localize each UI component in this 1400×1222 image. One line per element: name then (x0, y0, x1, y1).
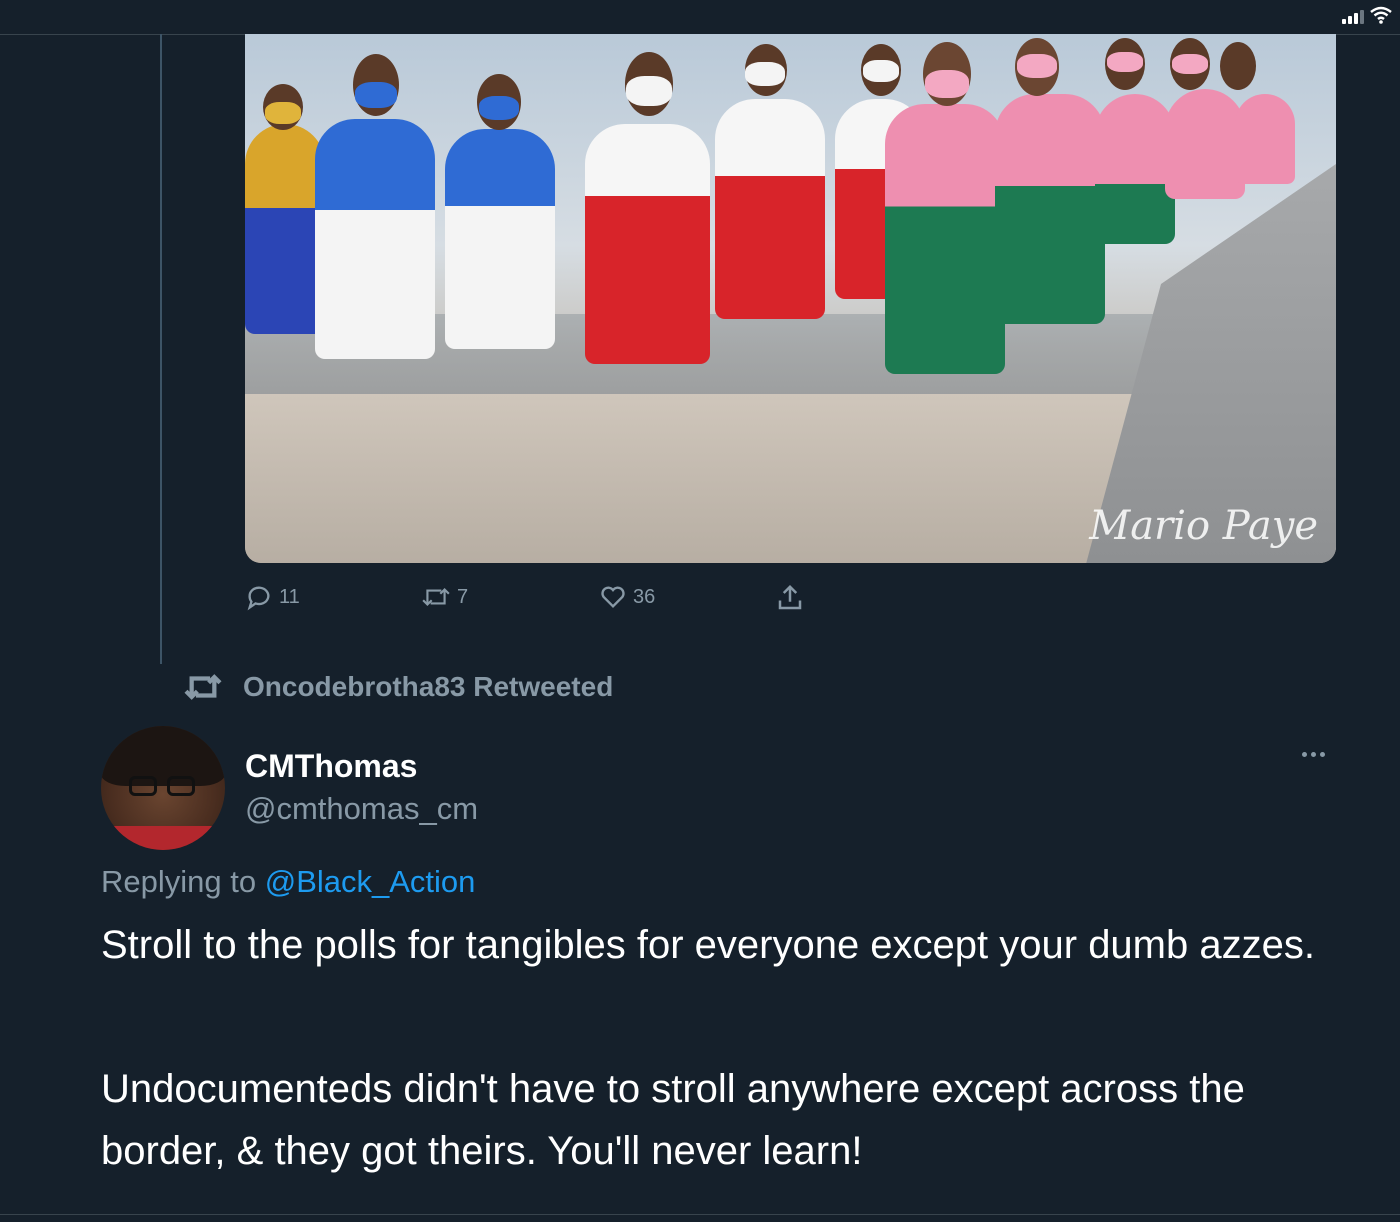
tweet-thread-page: Mario Paye 11 7 36 Oncodebrotha83 Retwee… (0, 0, 1400, 1222)
share-button[interactable] (775, 583, 805, 613)
face-mask (265, 102, 301, 124)
bottom-divider (0, 1214, 1400, 1215)
person-figure (1095, 94, 1175, 244)
thread-connector-line (160, 34, 162, 664)
retweet-count: 7 (457, 585, 469, 608)
face-mask (1107, 52, 1143, 72)
person-figure (445, 129, 555, 349)
face-mask (1017, 54, 1057, 78)
retweet-icon (184, 674, 222, 700)
person-figure (995, 94, 1105, 324)
wifi-icon (1370, 6, 1392, 24)
like-count: 36 (633, 585, 656, 608)
person-figure (885, 104, 1005, 374)
replying-to-line: Replying to @Black_Action (101, 864, 475, 900)
cellular-signal-icon (1342, 8, 1364, 24)
share-icon (778, 584, 802, 610)
person-figure (245, 124, 325, 334)
like-icon (601, 586, 625, 608)
replying-to-label: Replying to (101, 864, 265, 899)
reply-count: 11 (279, 585, 300, 608)
face-mask (626, 76, 672, 106)
tweet-text-paragraph: Stroll to the polls for tangibles for ev… (101, 923, 1315, 967)
person-figure (715, 99, 825, 319)
face-mask (863, 60, 899, 82)
face-mask (1172, 54, 1208, 74)
status-bar (0, 0, 1400, 34)
author-display-name[interactable]: CMThomas (245, 748, 417, 785)
author-handle[interactable]: @cmthomas_cm (245, 791, 478, 827)
face-mask (925, 70, 969, 98)
replying-to-link[interactable]: @Black_Action (265, 864, 476, 899)
like-button[interactable]: 36 (599, 583, 655, 611)
person-figure (585, 124, 710, 364)
tweet-media-image[interactable]: Mario Paye (245, 34, 1336, 563)
retweeted-by-header[interactable]: Oncodebrotha83 Retweeted (183, 670, 613, 704)
retweet-icon (422, 587, 450, 607)
person-figure (315, 119, 435, 359)
person-figure (1165, 89, 1245, 199)
face-mask (479, 96, 519, 120)
status-icons (1342, 6, 1392, 24)
reply-button[interactable]: 11 (245, 583, 300, 611)
avatar-glasses (129, 776, 197, 796)
retweet-button[interactable]: 7 (421, 583, 468, 611)
photographer-watermark: Mario Paye (1089, 503, 1318, 549)
face-mask (355, 82, 397, 108)
retweeted-by-text: Oncodebrotha83 Retweeted (243, 671, 614, 702)
face-mask (745, 62, 785, 86)
reply-icon (247, 586, 270, 611)
person-figure (1235, 94, 1295, 184)
more-options-icon[interactable] (1302, 752, 1325, 757)
person-head (1220, 42, 1256, 90)
avatar[interactable] (101, 726, 225, 850)
tweet-text-paragraph: Undocumenteds didn't have to stroll anyw… (101, 1067, 1245, 1173)
